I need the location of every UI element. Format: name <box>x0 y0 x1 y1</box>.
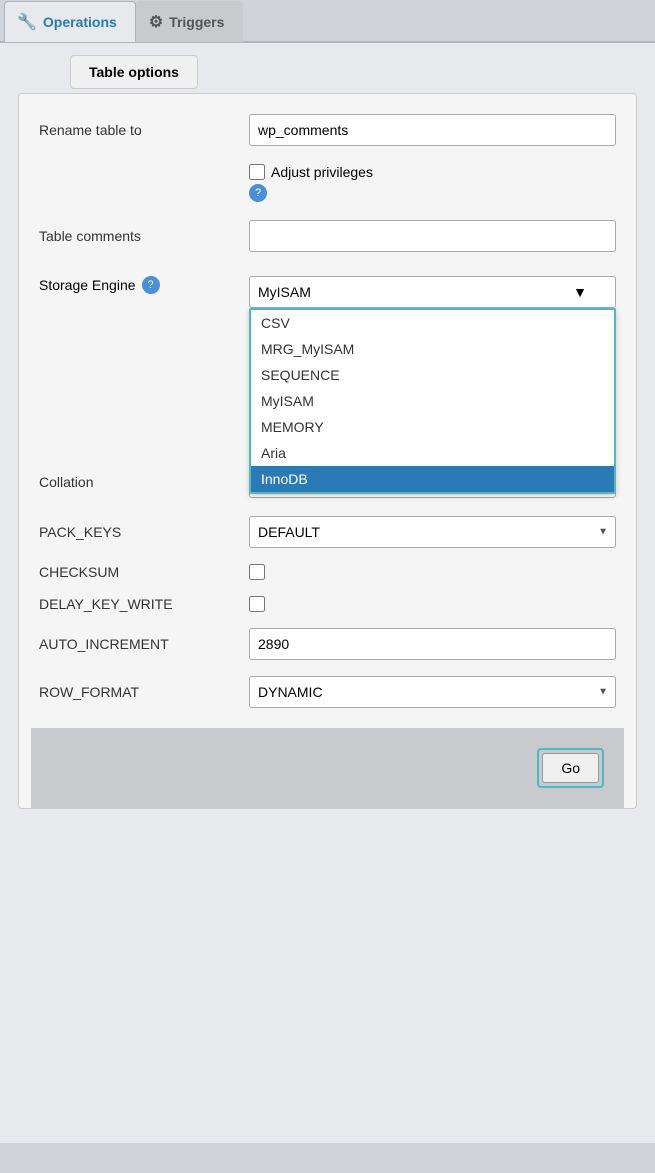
adjust-privileges-label: Adjust privileges <box>271 164 373 180</box>
adjust-privileges-row: Adjust privileges <box>249 164 616 180</box>
go-button-area: Go <box>31 728 624 808</box>
go-button-wrapper: Go <box>537 748 604 788</box>
storage-engine-dropdown-list: CSV MRG_MyISAM SEQUENCE MyISAM MEMORY Ar… <box>249 308 616 494</box>
dropdown-item-csv[interactable]: CSV <box>251 310 614 336</box>
pack-keys-select-wrapper: DEFAULT 0 1 ▼ <box>249 516 616 548</box>
auto-increment-input[interactable] <box>249 628 616 660</box>
delay-key-write-checkbox[interactable] <box>249 596 265 612</box>
rename-row: Rename table to <box>39 114 616 146</box>
dropdown-item-mrg[interactable]: MRG_MyISAM <box>251 336 614 362</box>
storage-engine-help-icon[interactable]: ? <box>142 276 160 294</box>
tab-operations-label: Operations <box>43 14 117 30</box>
main-content: Table options Rename table to Adjust pri… <box>0 43 655 1143</box>
tab-bar: 🔧 Operations ⚙ Triggers <box>0 0 655 43</box>
dropdown-item-sequence[interactable]: SEQUENCE <box>251 362 614 388</box>
pack-keys-select[interactable]: DEFAULT 0 1 <box>249 516 616 548</box>
help-icon-row: ? <box>249 184 616 202</box>
row-format-select-wrapper: DEFAULT DYNAMIC FIXED COMPRESSED REDUNDA… <box>249 676 616 708</box>
checksum-checkbox[interactable] <box>249 564 265 580</box>
dropdown-item-aria[interactable]: Aria <box>251 440 614 466</box>
form-card: Rename table to Adjust privileges ? Tabl… <box>18 93 637 809</box>
dropdown-item-memory[interactable]: MEMORY <box>251 414 614 440</box>
dropdown-item-innodb[interactable]: InnoDB <box>251 466 614 492</box>
storage-engine-label: Storage Engine <box>39 277 136 293</box>
storage-engine-label-group: Storage Engine ? <box>39 276 249 294</box>
rename-label: Rename table to <box>39 122 249 138</box>
storage-engine-current: MyISAM <box>258 284 311 300</box>
delay-key-write-row: DELAY_KEY_WRITE <box>39 596 616 612</box>
operations-icon: 🔧 <box>17 12 37 32</box>
pack-keys-label: PACK_KEYS <box>39 524 249 540</box>
rename-input[interactable] <box>249 114 616 146</box>
tab-operations[interactable]: 🔧 Operations <box>4 1 136 42</box>
auto-increment-label: AUTO_INCREMENT <box>39 636 249 652</box>
tab-triggers[interactable]: ⚙ Triggers <box>136 1 244 42</box>
delay-key-write-label: DELAY_KEY_WRITE <box>39 596 249 612</box>
dropdown-item-myisam[interactable]: MyISAM <box>251 388 614 414</box>
adjust-privileges-checkbox[interactable] <box>249 164 265 180</box>
checksum-label: CHECKSUM <box>39 564 249 580</box>
storage-engine-row: Storage Engine ? MyISAM ▼ CSV MRG_MyISAM… <box>39 270 616 308</box>
auto-increment-row: AUTO_INCREMENT <box>39 628 616 660</box>
tab-triggers-label: Triggers <box>169 14 224 30</box>
collation-label: Collation <box>39 474 249 490</box>
triggers-icon: ⚙ <box>149 12 163 32</box>
checksum-row: CHECKSUM <box>39 564 616 580</box>
row-format-select[interactable]: DEFAULT DYNAMIC FIXED COMPRESSED REDUNDA… <box>249 676 616 708</box>
table-comments-row: Table comments <box>39 220 616 252</box>
row-format-row: ROW_FORMAT DEFAULT DYNAMIC FIXED COMPRES… <box>39 676 616 708</box>
go-button[interactable]: Go <box>542 753 599 783</box>
table-comments-input[interactable] <box>249 220 616 252</box>
help-icon[interactable]: ? <box>249 184 267 202</box>
table-options-header: Table options <box>70 55 198 89</box>
row-format-label: ROW_FORMAT <box>39 684 249 700</box>
pack-keys-row: PACK_KEYS DEFAULT 0 1 ▼ <box>39 516 616 548</box>
table-comments-label: Table comments <box>39 228 249 244</box>
storage-engine-arrow: ▼ <box>573 284 587 300</box>
storage-engine-dropdown[interactable]: MyISAM ▼ CSV MRG_MyISAM SEQUENCE MyISAM … <box>249 276 616 308</box>
storage-engine-trigger[interactable]: MyISAM ▼ <box>249 276 616 308</box>
